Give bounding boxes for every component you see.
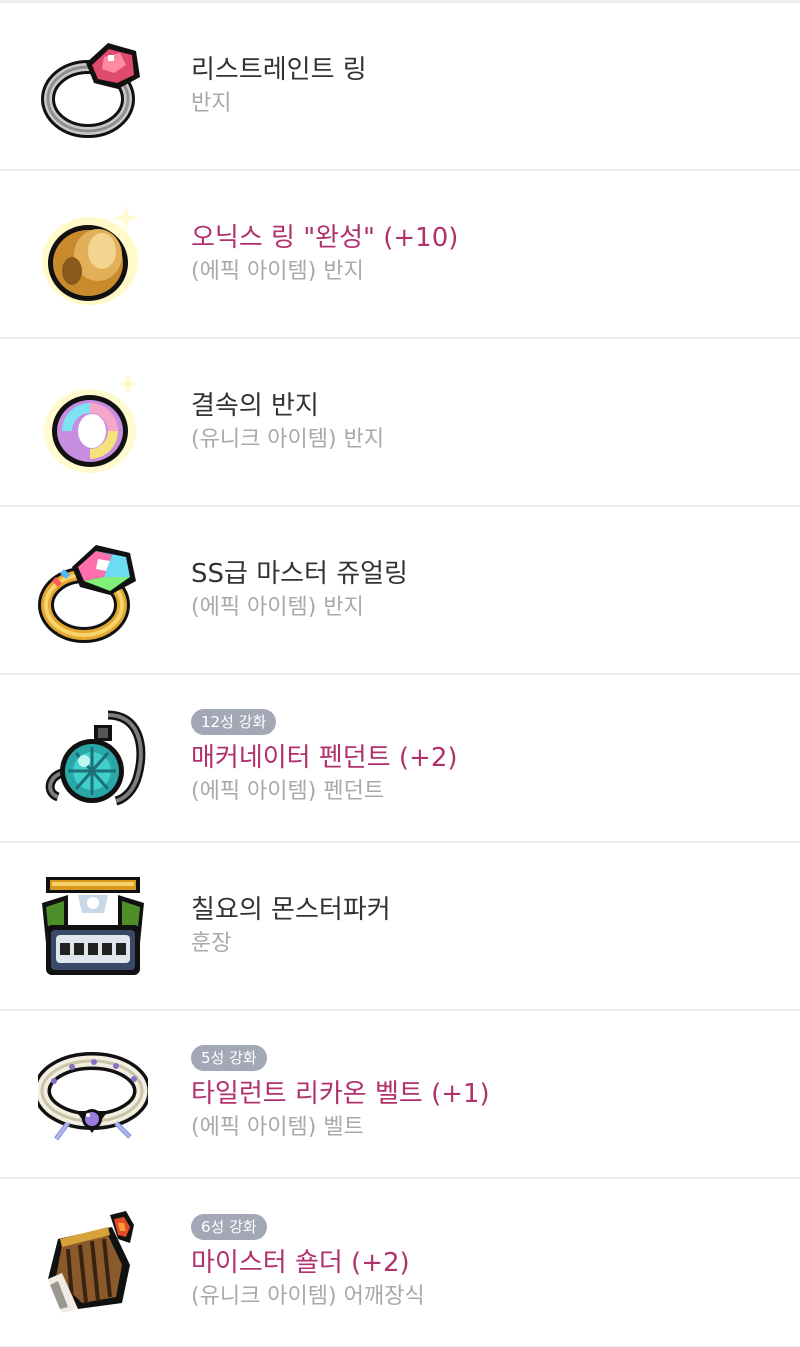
monster-park-medal-icon [38,873,148,983]
ss-master-jewel-ring-icon [38,537,148,647]
item-text: 리스트레인트 링 반지 [191,3,780,169]
item-name: 오닉스 링 "완성" (+10) [191,223,459,253]
item-name: 타일런트 리카온 벨트 (+1) [191,1079,490,1109]
item-text: 5성 강화 타일런트 리카온 벨트 (+1) (에픽 아이템) 벨트 [191,1011,780,1177]
item-row-ring-of-ties[interactable]: 결속의 반지 (유니크 아이템) 반지 [0,339,800,507]
item-name: 리스트레인트 링 [191,55,367,85]
item-name: 칠요의 몬스터파커 [191,895,391,925]
item-row-meister-shoulder[interactable]: 6성 강화 마이스터 숄더 (+2) (유니크 아이템) 어깨장식 [0,1179,800,1347]
item-name: 결속의 반지 [191,391,319,421]
item-text: 오닉스 링 "완성" (+10) (에픽 아이템) 반지 [191,171,780,337]
tyrant-lycaon-belt-icon [38,1041,148,1151]
item-text: SS급 마스터 쥬얼링 (에픽 아이템) 반지 [191,507,780,673]
item-row-restraint-ring[interactable]: 리스트레인트 링 반지 [0,3,800,171]
item-type: (에픽 아이템) 반지 [191,595,364,620]
item-type: (에픽 아이템) 반지 [191,259,364,284]
item-text: 12성 강화 매커네이터 펜던트 (+2) (에픽 아이템) 펜던트 [191,675,780,841]
item-type: (유니크 아이템) 반지 [191,427,385,452]
item-row-oniks-ring[interactable]: 오닉스 링 "완성" (+10) (에픽 아이템) 반지 [0,171,800,339]
item-text: 결속의 반지 (유니크 아이템) 반지 [191,339,780,505]
item-text: 6성 강화 마이스터 숄더 (+2) (유니크 아이템) 어깨장식 [191,1179,780,1346]
item-type: 반지 [191,91,232,116]
star-force-badge: 5성 강화 [191,1045,267,1071]
restraint-ring-icon [38,33,148,143]
item-text: 칠요의 몬스터파커 훈장 [191,843,780,1009]
item-row-tyrant-lycaon-belt[interactable]: 5성 강화 타일런트 리카온 벨트 (+1) (에픽 아이템) 벨트 [0,1011,800,1179]
item-type: (에픽 아이템) 벨트 [191,1115,364,1140]
item-row-macanator-pendant[interactable]: 12성 강화 매커네이터 펜던트 (+2) (에픽 아이템) 펜던트 [0,675,800,843]
oniks-ring-icon [38,201,148,311]
ring-of-ties-icon [38,369,148,479]
star-force-badge: 12성 강화 [191,709,277,735]
item-name: 마이스터 숄더 (+2) [191,1247,410,1278]
item-name: SS급 마스터 쥬얼링 [191,559,408,589]
equipment-list: 리스트레인트 링 반지 오닉스 링 "완성" (+10) (에픽 아이템) 반지 [0,0,800,1347]
item-row-monster-park-medal[interactable]: 칠요의 몬스터파커 훈장 [0,843,800,1011]
meister-shoulder-icon [38,1209,148,1319]
item-type: 훈장 [191,931,232,956]
item-type: (에픽 아이템) 펜던트 [191,779,385,804]
item-type: (유니크 아이템) 어깨장식 [191,1283,425,1309]
item-row-ss-master-jewel-ring[interactable]: SS급 마스터 쥬얼링 (에픽 아이템) 반지 [0,507,800,675]
item-name: 매커네이터 펜던트 (+2) [191,743,458,773]
star-force-badge: 6성 강화 [191,1213,267,1240]
macanator-pendant-icon [38,705,148,815]
